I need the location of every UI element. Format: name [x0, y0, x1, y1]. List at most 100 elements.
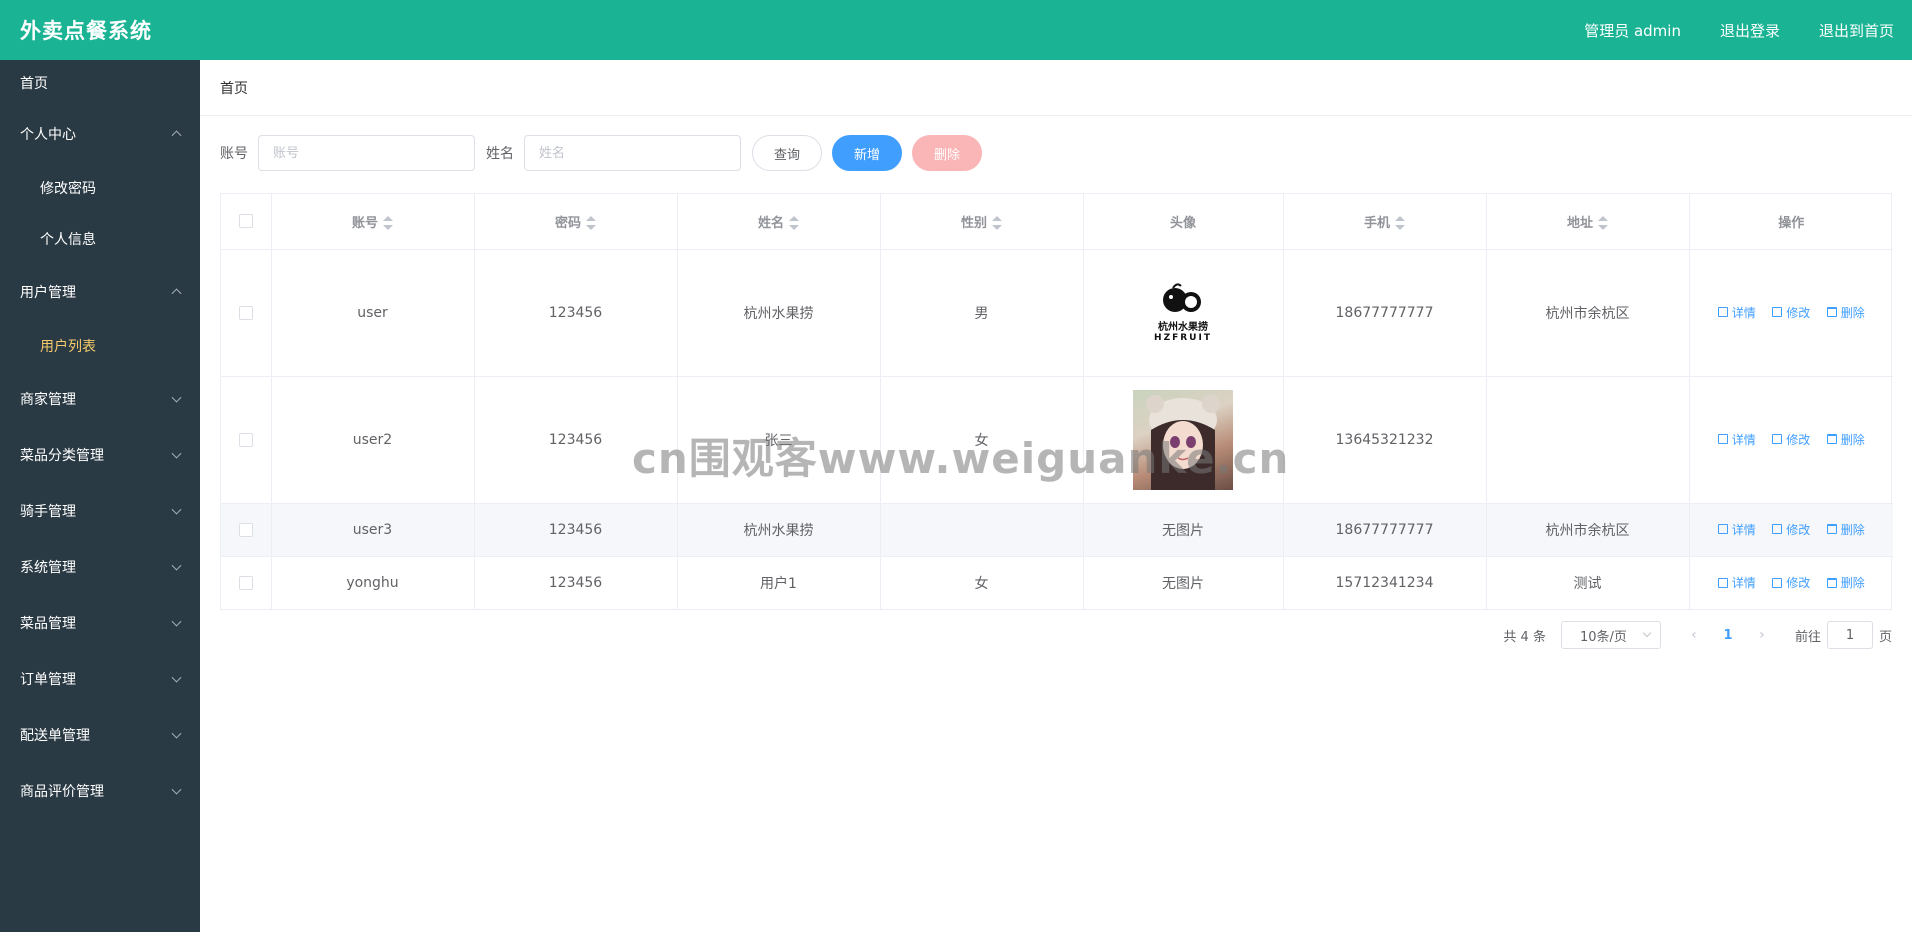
sidebar-item-label: 用户管理	[20, 285, 76, 301]
cell-phone: 18677777777	[1283, 249, 1487, 377]
breadcrumb-home[interactable]: 首页	[220, 78, 248, 98]
logout-link[interactable]: 退出登录	[1720, 20, 1780, 41]
column-header-account[interactable]: 账号	[271, 194, 475, 250]
prev-page-button[interactable]: ‹	[1679, 621, 1709, 649]
detail-label: 详情	[1731, 522, 1756, 537]
chevron-down-icon	[171, 392, 182, 403]
row-checkbox[interactable]	[238, 432, 253, 447]
admin-user-label: 管理员 admin	[1584, 21, 1681, 40]
sort-icon[interactable]	[789, 216, 799, 231]
row-checkbox[interactable]	[238, 522, 253, 537]
goto-page-input[interactable]	[1826, 621, 1873, 649]
edit-button[interactable]: 修改	[1772, 574, 1810, 591]
top-header: 外卖点餐系统 管理员 admin 退出登录 退出到首页	[0, 0, 1912, 60]
chevron-up-icon	[171, 288, 182, 299]
detail-button[interactable]: 详情	[1717, 521, 1756, 538]
cell-password: 123456	[474, 249, 678, 377]
edit-button[interactable]: 修改	[1772, 431, 1810, 448]
row-delete-button[interactable]: 删除	[1826, 431, 1865, 448]
sidebar-item-order-management[interactable]: 订单管理	[0, 651, 200, 707]
sidebar-item-personal-info[interactable]: 个人信息	[0, 213, 200, 264]
main-content: 首页 账号 姓名 查询 新增 删除 账号 密码 姓名 性别 头像	[200, 60, 1912, 932]
column-header-label: 操作	[1778, 215, 1805, 231]
detail-button[interactable]: 详情	[1717, 431, 1756, 448]
cell-name: 杭州水果捞	[677, 503, 881, 557]
sidebar-item-personal-center[interactable]: 个人中心	[0, 106, 200, 162]
sidebar-item-user-list[interactable]: 用户列表	[0, 320, 200, 371]
detail-label: 详情	[1731, 305, 1756, 320]
cell-actions: 详情 修改 删除	[1689, 556, 1893, 609]
next-page-button[interactable]: ›	[1747, 621, 1777, 649]
avatar[interactable]	[1133, 389, 1233, 490]
sort-icon[interactable]	[1598, 216, 1608, 231]
name-input[interactable]	[524, 135, 741, 171]
chevron-right-icon: ›	[1759, 627, 1765, 643]
sort-icon[interactable]	[992, 216, 1002, 231]
sort-icon[interactable]	[383, 216, 393, 231]
column-header-avatar: 头像	[1083, 194, 1284, 250]
detail-button[interactable]: 详情	[1717, 304, 1756, 321]
edit-button[interactable]: 修改	[1772, 521, 1810, 538]
row-delete-button[interactable]: 删除	[1826, 574, 1865, 591]
sort-icon[interactable]	[586, 216, 596, 231]
chevron-up-icon	[171, 130, 182, 141]
delete-label: 删除	[1840, 305, 1865, 320]
column-header-address[interactable]: 地址	[1486, 194, 1690, 250]
detail-button[interactable]: 详情	[1717, 574, 1756, 591]
column-header-password[interactable]: 密码	[474, 194, 678, 250]
cell-avatar: 杭州水果捞 HZFRUIT	[1083, 249, 1284, 377]
sidebar-item-merchant-management[interactable]: 商家管理	[0, 371, 200, 427]
column-header-label: 密码	[554, 215, 581, 231]
column-header-actions: 操作	[1689, 194, 1893, 250]
sidebar-item-review-management[interactable]: 商品评价管理	[0, 763, 200, 819]
cell-address: 杭州市余杭区	[1486, 249, 1690, 377]
cell-actions: 详情 修改 删除	[1689, 503, 1893, 557]
row-checkbox[interactable]	[238, 305, 253, 320]
chevron-down-icon	[171, 560, 182, 571]
page-number-current[interactable]: 1	[1713, 628, 1743, 643]
sidebar-item-rider-management[interactable]: 骑手管理	[0, 483, 200, 539]
edit-icon	[1717, 577, 1728, 588]
sidebar-item-dish-management[interactable]: 菜品管理	[0, 595, 200, 651]
sidebar-item-user-management[interactable]: 用户管理	[0, 264, 200, 320]
avatar[interactable]: 杭州水果捞 HZFRUIT	[1133, 262, 1233, 363]
anime-avatar-icon	[1146, 394, 1220, 490]
sidebar-item-dish-category-management[interactable]: 菜品分类管理	[0, 427, 200, 483]
column-header-name[interactable]: 姓名	[677, 194, 881, 250]
delete-button[interactable]: 删除	[912, 135, 982, 171]
delete-label: 删除	[1840, 576, 1865, 590]
row-delete-button[interactable]: 删除	[1826, 521, 1865, 538]
sidebar-item-change-password[interactable]: 修改密码	[0, 162, 200, 213]
account-input[interactable]	[258, 135, 475, 171]
sidebar-item-label: 个人中心	[20, 127, 76, 143]
column-header-label: 账号	[351, 215, 378, 231]
trash-icon	[1826, 577, 1837, 588]
pagination: 共 4 条 10条/页 ‹ 1 › 前往 页	[1503, 621, 1892, 649]
cell-password: 123456	[474, 376, 678, 504]
chevron-down-icon	[1642, 628, 1652, 638]
page-size-select[interactable]: 10条/页	[1560, 621, 1661, 649]
trash-icon	[1826, 307, 1837, 318]
row-checkbox[interactable]	[238, 575, 253, 590]
select-all-cell	[221, 194, 272, 250]
sidebar-item-system-management[interactable]: 系统管理	[0, 539, 200, 595]
select-all-checkbox[interactable]	[238, 214, 253, 229]
cell-phone: 18677777777	[1283, 503, 1487, 557]
edit-button[interactable]: 修改	[1772, 304, 1810, 321]
cell-gender: 男	[880, 249, 1084, 377]
row-delete-button[interactable]: 删除	[1826, 304, 1865, 321]
sidebar-item-home[interactable]: 首页	[0, 60, 200, 106]
sidebar-item-label: 首页	[20, 76, 48, 92]
account-label: 账号	[220, 146, 248, 162]
add-button[interactable]: 新增	[832, 135, 902, 171]
column-header-gender[interactable]: 性别	[880, 194, 1084, 250]
sort-icon[interactable]	[1395, 216, 1405, 231]
chevron-down-icon	[171, 448, 182, 459]
column-header-label: 姓名	[757, 215, 784, 231]
chevron-down-icon	[171, 504, 182, 515]
page-size-value: 10条/页	[1579, 629, 1627, 645]
exit-to-home-link[interactable]: 退出到首页	[1819, 20, 1894, 41]
query-button[interactable]: 查询	[752, 135, 822, 171]
column-header-phone[interactable]: 手机	[1283, 194, 1487, 250]
sidebar-item-delivery-management[interactable]: 配送单管理	[0, 707, 200, 763]
